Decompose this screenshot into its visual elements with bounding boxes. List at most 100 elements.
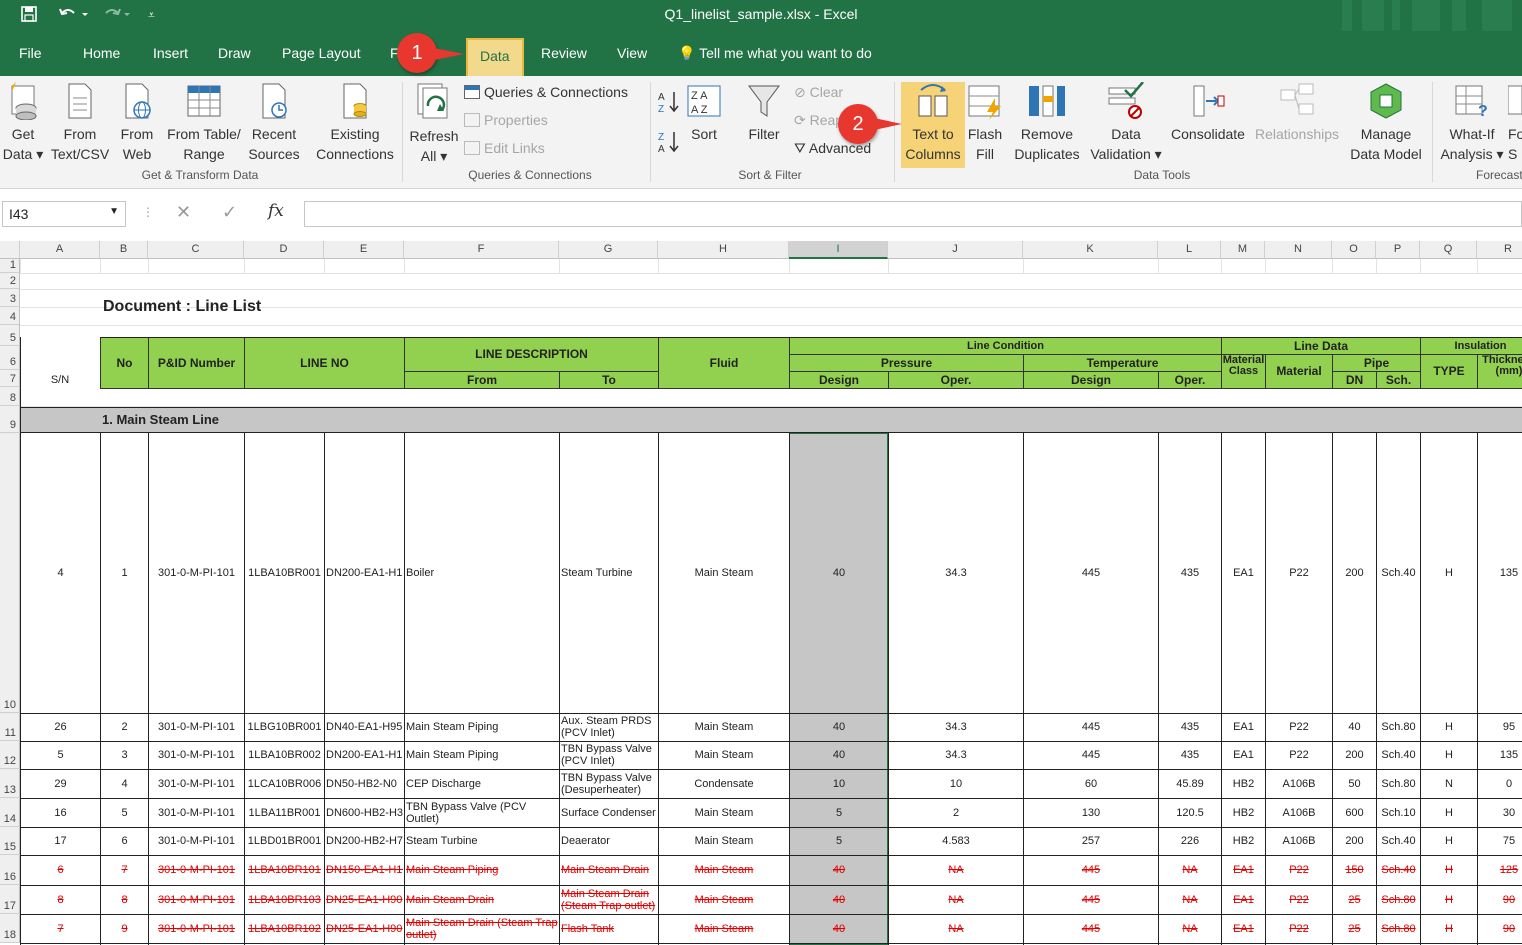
cell-code[interactable]: DN25-EA1-H90	[326, 914, 403, 943]
cell-pd[interactable]: 5	[791, 798, 887, 827]
cell-sch[interactable]: Sch.40	[1378, 433, 1419, 713]
cell-po[interactable]: NA	[890, 855, 1022, 885]
column-header-p[interactable]: P	[1376, 241, 1420, 259]
cell-pid[interactable]: 301-0-M-PI-101	[150, 914, 243, 943]
cell-pd[interactable]: 40	[791, 885, 887, 914]
cell-sn[interactable]: 8	[22, 885, 99, 914]
row-header-5[interactable]: 5	[0, 325, 20, 346]
column-header-o[interactable]: O	[1332, 241, 1376, 259]
queries-connections-button[interactable]: Queries & Connections	[464, 82, 628, 102]
cell-to[interactable]: Steam Turbine	[561, 433, 657, 713]
cell-line[interactable]: 1LBD01BR001	[246, 827, 323, 855]
clear-filter-button[interactable]: ⊘ Clear	[794, 82, 843, 102]
sort-ascending-button[interactable]: AZ	[658, 90, 680, 119]
cell-code[interactable]: DN25-EA1-H90	[326, 885, 403, 914]
cell-po[interactable]: NA	[890, 885, 1022, 914]
cell-td[interactable]: 445	[1025, 433, 1157, 713]
cell-td[interactable]: 60	[1025, 769, 1157, 798]
tab-view[interactable]: View	[617, 45, 647, 61]
reapply-button[interactable]: ⟳ Reapply	[794, 110, 840, 130]
cell-code[interactable]: DN600-HB2-H30	[326, 798, 403, 827]
cell-fluid[interactable]: Main Steam	[660, 741, 788, 769]
flash-fill-button[interactable]: Flash Fill	[966, 76, 1004, 164]
properties-button[interactable]: Properties	[464, 110, 548, 130]
from-web-button[interactable]: From Web	[114, 76, 160, 164]
cell-to2[interactable]: 226	[1160, 827, 1220, 855]
row-header-2[interactable]: 2	[0, 273, 20, 289]
cell-to[interactable]: TBN Bypass Valve (Desuperheater)	[561, 769, 657, 798]
consolidate-button[interactable]: Consolidate	[1168, 76, 1248, 144]
enter-icon[interactable]: ✓	[222, 202, 237, 223]
cell-td[interactable]: 257	[1025, 827, 1157, 855]
tab-draw[interactable]: Draw	[218, 45, 251, 61]
cell-line[interactable]: 1LCA10BR006	[246, 769, 323, 798]
cell-code[interactable]: DN150-EA1-H125	[326, 855, 403, 885]
cell-pd[interactable]: 40	[791, 741, 887, 769]
cell-dn[interactable]: 600	[1334, 798, 1375, 827]
column-header-g[interactable]: G	[559, 241, 658, 259]
cell-from[interactable]: TBN Bypass Valve (PCV Outlet)	[406, 798, 558, 827]
cell-type[interactable]: H	[1422, 914, 1476, 943]
select-all-corner[interactable]	[0, 241, 20, 259]
get-data-button[interactable]: Get Data ▾	[0, 76, 46, 164]
cell-mat[interactable]: P22	[1267, 433, 1331, 713]
remove-duplicates-button[interactable]: Remove Duplicates	[1012, 76, 1082, 164]
cell-sch[interactable]: Sch.10	[1378, 798, 1419, 827]
cell-fluid[interactable]: Main Steam	[660, 433, 788, 713]
row-header-9[interactable]: 9	[0, 406, 20, 433]
forecast-sheet-button[interactable]: Fo S	[1508, 76, 1522, 164]
cell-td[interactable]: 445	[1025, 855, 1157, 885]
cell-sn[interactable]: 7	[22, 914, 99, 943]
cell-to2[interactable]: NA	[1160, 914, 1220, 943]
column-header-c[interactable]: C	[148, 241, 244, 259]
cell-line[interactable]: 1LBA11BR001	[246, 798, 323, 827]
cell-code[interactable]: DN200-EA1-H135	[326, 433, 403, 713]
row-header-3[interactable]: 3	[0, 289, 20, 307]
cell-mc[interactable]: EA1	[1223, 855, 1264, 885]
column-header-l[interactable]: L	[1158, 241, 1221, 259]
name-box-dropdown-icon[interactable]: ▼	[109, 206, 119, 217]
cell-dn[interactable]: 200	[1334, 741, 1375, 769]
cell-pid[interactable]: 301-0-M-PI-101	[150, 885, 243, 914]
cell-pd[interactable]: 40	[791, 713, 887, 741]
row-header-4[interactable]: 4	[0, 307, 20, 325]
cell-sch[interactable]: Sch.40	[1378, 827, 1419, 855]
cell-po[interactable]: 34.3	[890, 741, 1022, 769]
row-header-15[interactable]: 15	[0, 827, 20, 855]
row-header-7[interactable]: 7	[0, 370, 20, 387]
cell-sn[interactable]: 6	[22, 855, 99, 885]
cell-mat[interactable]: P22	[1267, 855, 1331, 885]
cell-no[interactable]: 6	[102, 827, 147, 855]
cell-pid[interactable]: 301-0-M-PI-101	[150, 433, 243, 713]
cell-pd[interactable]: 5	[791, 827, 887, 855]
manage-data-model-button[interactable]: Manage Data Model	[1346, 76, 1426, 164]
cell-code[interactable]: DN200-HB2-H75	[326, 827, 403, 855]
cell-type[interactable]: H	[1422, 798, 1476, 827]
cell-sn[interactable]: 4	[22, 433, 99, 713]
cell-sn[interactable]: 5	[22, 741, 99, 769]
cell-td[interactable]: 130	[1025, 798, 1157, 827]
row-header-8[interactable]: 8	[0, 387, 20, 406]
column-header-r[interactable]: R	[1477, 241, 1522, 259]
cell-sch[interactable]: Sch.80	[1378, 885, 1419, 914]
tab-home[interactable]: Home	[83, 45, 120, 61]
cell-fluid[interactable]: Main Steam	[660, 914, 788, 943]
column-header-b[interactable]: B	[100, 241, 148, 259]
row-header-14[interactable]: 14	[0, 798, 20, 827]
what-if-analysis-button[interactable]: ? What-If Analysis ▾	[1436, 76, 1508, 164]
tab-review[interactable]: Review	[541, 45, 587, 61]
cell-mat[interactable]: A106B	[1267, 769, 1331, 798]
column-header-j[interactable]: J	[888, 241, 1023, 259]
cell-sch[interactable]: Sch.80	[1378, 914, 1419, 943]
cell-fluid[interactable]: Main Steam	[660, 827, 788, 855]
column-header-q[interactable]: Q	[1420, 241, 1477, 259]
cell-to2[interactable]: NA	[1160, 855, 1220, 885]
cell-type[interactable]: H	[1422, 855, 1476, 885]
cell-sch[interactable]: Sch.40	[1378, 741, 1419, 769]
existing-connections-button[interactable]: Existing Connections	[312, 76, 398, 164]
cell-thk[interactable]: 0	[1479, 769, 1522, 798]
cell-line[interactable]: 1LBA10BR102	[246, 914, 323, 943]
row-header-18[interactable]: 18	[0, 914, 20, 943]
cell-mc[interactable]: HB2	[1223, 798, 1264, 827]
cell-po[interactable]: 2	[890, 798, 1022, 827]
